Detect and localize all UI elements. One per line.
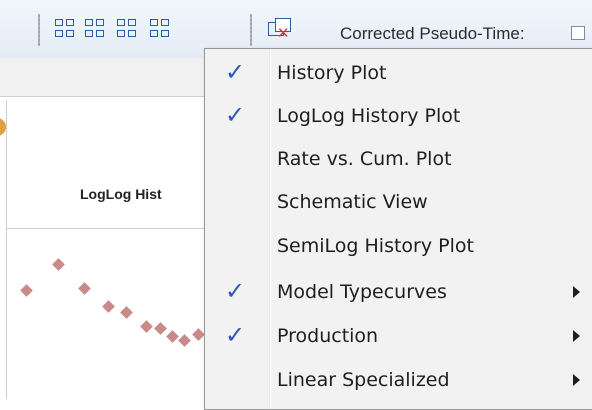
divider	[6, 228, 210, 229]
menu-item-rate-vs-cum-plot[interactable]: Rate vs. Cum. Plot	[205, 138, 592, 182]
menu-item-schematic-view[interactable]: Schematic View	[205, 181, 592, 225]
menu-item-production[interactable]: ✓ Production	[205, 315, 592, 359]
plot-title: LogLog Hist	[80, 186, 162, 202]
checkmark-icon: ✓	[225, 277, 246, 305]
menu-item-model-typecurves[interactable]: ✓ Model Typecurves	[205, 271, 592, 315]
menu-item-label: LogLog History Plot	[277, 105, 461, 127]
layout-grid-icon[interactable]	[55, 19, 77, 41]
submenu-arrow-icon	[573, 286, 580, 298]
layout-grid-icon[interactable]	[117, 19, 139, 41]
menu-item-label: SemiLog History Plot	[277, 235, 474, 257]
checkmark-icon: ✓	[225, 321, 246, 349]
submenu-arrow-icon	[573, 374, 580, 386]
submenu-arrow-icon	[573, 330, 580, 342]
close-windows-icon[interactable]: ✕	[268, 18, 292, 42]
corrected-pseudo-time-checkbox[interactable]	[571, 26, 585, 40]
menu-item-semilog-history-plot[interactable]: SemiLog History Plot	[205, 225, 592, 269]
plot-panel	[6, 100, 213, 399]
checkmark-icon: ✓	[225, 58, 246, 86]
menu-item-label: Rate vs. Cum. Plot	[277, 148, 452, 170]
view-context-menu: ✓ History Plot ✓ LogLog History Plot Rat…	[204, 48, 592, 410]
menu-item-label: Model Typecurves	[277, 281, 447, 303]
menu-item-label: Schematic View	[277, 191, 428, 213]
menu-item-linear-specialized[interactable]: Linear Specialized	[205, 359, 592, 403]
layout-grid-icon[interactable]	[150, 19, 172, 41]
menu-item-label: Linear Specialized	[277, 369, 450, 391]
menu-item-label: Production	[277, 325, 379, 347]
corrected-pseudo-time-label: Corrected Pseudo-Time:	[340, 24, 525, 43]
menu-item-history-plot[interactable]: ✓ History Plot	[205, 52, 592, 96]
layout-grid-icon[interactable]	[85, 19, 107, 41]
checkmark-icon: ✓	[225, 101, 246, 129]
secondary-bar	[0, 58, 210, 97]
toolbar-grip[interactable]	[38, 14, 40, 46]
menu-item-loglog-history-plot[interactable]: ✓ LogLog History Plot	[205, 95, 592, 139]
toolbar-grip[interactable]	[250, 14, 252, 46]
menu-item-label: History Plot	[277, 62, 387, 84]
